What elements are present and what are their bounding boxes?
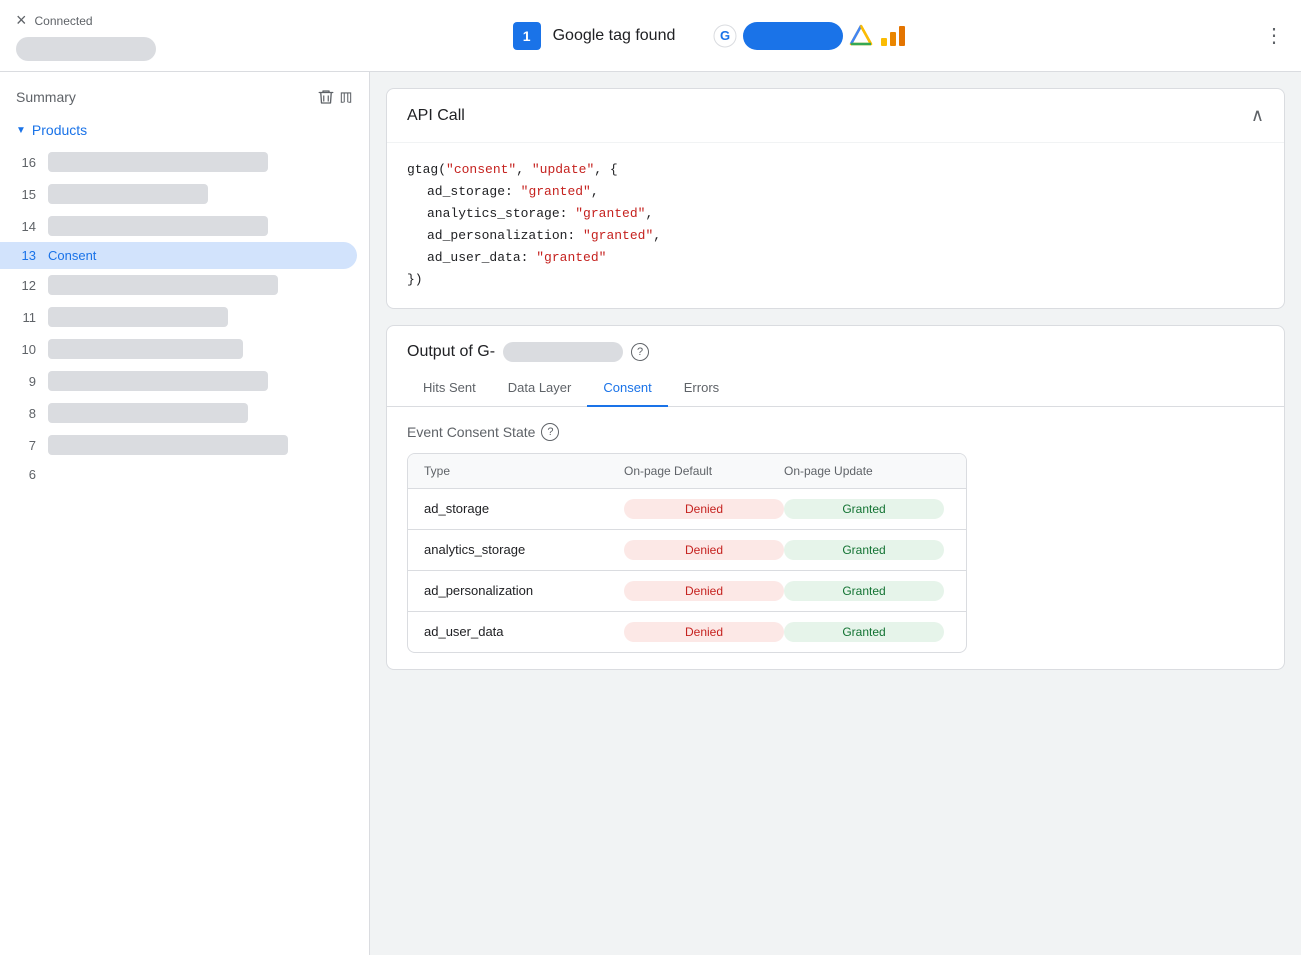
summary-label: Summary	[16, 89, 76, 105]
item-bar	[48, 435, 288, 455]
tabs: Hits Sent Data Layer Consent Errors	[387, 370, 1284, 407]
tab-hits-sent[interactable]: Hits Sent	[407, 370, 492, 407]
api-call-card: API Call ∧ gtag("consent", "update", { a…	[386, 88, 1285, 309]
item-number: 7	[16, 438, 36, 453]
output-id-pill	[503, 342, 623, 362]
tab-errors[interactable]: Errors	[668, 370, 735, 407]
status-badge: Granted	[784, 499, 944, 519]
status-badge: Granted	[784, 540, 944, 560]
collapse-button[interactable]: ∧	[1251, 105, 1264, 126]
item-label: Consent	[48, 248, 96, 263]
item-bar	[48, 307, 228, 327]
consent-row: analytics_storage Denied Granted	[408, 530, 966, 571]
header-center: 1 Google tag found G	[513, 22, 908, 50]
consent-row: ad_personalization Denied Granted	[408, 571, 966, 612]
output-header: Output of G- ?	[387, 326, 1284, 362]
consent-type: ad_personalization	[424, 583, 624, 598]
main-layout: Summary ▼ Products 16	[0, 72, 1301, 955]
consent-row: ad_storage Denied Granted	[408, 489, 966, 530]
tab-data-layer[interactable]: Data Layer	[492, 370, 588, 407]
clear-button[interactable]	[317, 88, 353, 106]
sidebar-item-consent[interactable]: 13 Consent	[0, 242, 357, 269]
header-bar: × Connected 1 Google tag found G	[0, 0, 1301, 72]
list-item[interactable]: 10	[0, 333, 357, 365]
item-number: 15	[16, 187, 36, 202]
help-icon[interactable]: ?	[631, 343, 649, 361]
item-number: 13	[16, 248, 36, 263]
col-header-update: On-page Update	[784, 464, 944, 478]
item-number: 10	[16, 342, 36, 357]
item-bar	[48, 339, 243, 359]
output-title: Output of G-	[407, 343, 495, 361]
api-call-body: gtag("consent", "update", { ad_storage: …	[387, 143, 1284, 308]
consent-row: ad_user_data Denied Granted	[408, 612, 966, 652]
header-right: ⋮	[1264, 23, 1285, 48]
item-number: 8	[16, 406, 36, 421]
consent-type: analytics_storage	[424, 542, 624, 557]
api-call-title: API Call	[407, 107, 465, 125]
item-number: 6	[16, 467, 36, 482]
item-number: 14	[16, 219, 36, 234]
consent-table-header: Type On-page Default On-page Update	[408, 454, 966, 489]
list-item[interactable]: 9	[0, 365, 357, 397]
item-number: 11	[16, 310, 36, 325]
status-badge: Denied	[624, 499, 784, 519]
analytics-icon	[879, 22, 907, 50]
output-card: Output of G- ? Hits Sent Data Layer Cons…	[386, 325, 1285, 670]
sidebar-summary: Summary	[0, 72, 369, 114]
consent-help-icon[interactable]: ?	[541, 423, 559, 441]
products-header[interactable]: ▼ Products	[0, 114, 369, 146]
close-button[interactable]: ×	[16, 10, 27, 31]
item-bar	[48, 403, 248, 423]
list-item[interactable]: 16	[0, 146, 357, 178]
list-item[interactable]: 12	[0, 269, 357, 301]
gtag-icon: G	[711, 22, 739, 50]
list-item[interactable]: 11	[0, 301, 357, 333]
tag-badge: 1	[513, 22, 541, 50]
consent-table: Type On-page Default On-page Update ad_s…	[407, 453, 967, 653]
products-label: Products	[32, 122, 87, 138]
content-area: API Call ∧ gtag("consent", "update", { a…	[370, 72, 1301, 955]
list-item[interactable]: 15	[0, 178, 357, 210]
item-number: 16	[16, 155, 36, 170]
consent-section: Event Consent State ? Type On-page Defau…	[387, 407, 1284, 669]
col-header-default: On-page Default	[624, 464, 784, 478]
more-options-button[interactable]: ⋮	[1264, 23, 1285, 48]
sidebar-products-section: ▼ Products 16 15 14 13 Consent	[0, 114, 369, 496]
consent-type: ad_storage	[424, 501, 624, 516]
status-badge: Denied	[624, 622, 784, 642]
chevron-down-icon: ▼	[16, 125, 26, 136]
tag-select-button[interactable]	[743, 22, 843, 50]
list-item[interactable]: 14	[0, 210, 357, 242]
list-item[interactable]: 8	[0, 397, 357, 429]
header-connected: × Connected	[16, 10, 156, 31]
item-number: 9	[16, 374, 36, 389]
tag-title: Google tag found	[553, 27, 676, 45]
google-ads-icon	[847, 22, 875, 50]
list-item[interactable]: 6	[0, 461, 357, 488]
event-consent-state-label: Event Consent State ?	[407, 423, 1264, 441]
code-block: gtag("consent", "update", { ad_storage: …	[407, 159, 1264, 292]
list-item[interactable]: 7	[0, 429, 357, 461]
item-bar	[48, 152, 268, 172]
header-pill	[16, 37, 156, 61]
status-badge: Denied	[624, 540, 784, 560]
header-left: × Connected	[16, 10, 156, 61]
sidebar: Summary ▼ Products 16	[0, 72, 370, 955]
item-bar	[48, 275, 278, 295]
status-badge: Denied	[624, 581, 784, 601]
item-bar	[48, 184, 208, 204]
tag-icons: G	[711, 22, 907, 50]
item-bar	[48, 371, 268, 391]
tab-consent[interactable]: Consent	[587, 370, 667, 407]
api-call-header: API Call ∧	[387, 89, 1284, 143]
connection-status: Connected	[35, 14, 93, 28]
status-badge: Granted	[784, 622, 944, 642]
svg-text:G: G	[720, 28, 730, 43]
status-badge: Granted	[784, 581, 944, 601]
item-number: 12	[16, 278, 36, 293]
item-bar	[48, 216, 268, 236]
col-header-type: Type	[424, 464, 624, 478]
consent-type: ad_user_data	[424, 624, 624, 639]
